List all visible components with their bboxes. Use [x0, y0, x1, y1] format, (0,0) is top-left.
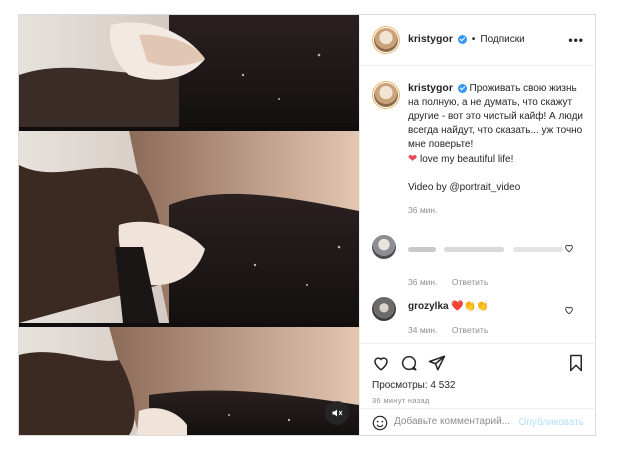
- header-separator: •: [471, 33, 476, 45]
- comment-avatar[interactable]: [372, 235, 396, 259]
- bookmark-icon[interactable]: [568, 354, 584, 372]
- comment-input[interactable]: [394, 416, 526, 427]
- views-count: Просмотры: 4 532: [372, 380, 456, 391]
- caption: kristygor Проживать свою жизнь на полную…: [408, 81, 586, 217]
- share-icon[interactable]: [428, 354, 446, 372]
- caption-username[interactable]: kristygor: [408, 82, 453, 94]
- avatar[interactable]: [374, 28, 398, 52]
- heart-icon[interactable]: [372, 354, 390, 372]
- verified-icon: [457, 83, 467, 93]
- post-header: kristygor • Подписки •••: [360, 15, 596, 66]
- caption-love-line: love my beautiful life!: [420, 154, 514, 165]
- comment-icon[interactable]: [400, 354, 418, 372]
- header-username[interactable]: kristygor: [408, 33, 453, 45]
- post-sidebar: kristygor • Подписки ••• kristygor Прожи…: [359, 15, 596, 435]
- follow-status-button[interactable]: Подписки: [480, 34, 524, 45]
- comment-time: 36 мин.: [408, 277, 438, 287]
- caption-credit: Video by @portrait_video: [408, 182, 521, 193]
- video-frames: [19, 15, 359, 435]
- comment-time: 34 мин.: [408, 325, 438, 335]
- comment-like-icon[interactable]: [564, 243, 574, 253]
- comment-like-icon[interactable]: [564, 305, 574, 315]
- mute-button[interactable]: [325, 401, 349, 425]
- post-video[interactable]: [19, 15, 359, 435]
- post-frame: kristygor • Подписки ••• kristygor Прожи…: [18, 14, 596, 436]
- comment-avatar[interactable]: [372, 297, 396, 321]
- caption-avatar[interactable]: [374, 83, 398, 107]
- more-icon[interactable]: •••: [568, 33, 584, 47]
- post-actions: Просмотры: 4 532 36 минут назад Опублико…: [360, 343, 596, 436]
- post-timestamp: 36 минут назад: [372, 396, 430, 405]
- comment-redacted-text: [408, 241, 563, 259]
- emoji-icon[interactable]: [372, 415, 388, 431]
- reply-button[interactable]: Ответить: [452, 325, 488, 335]
- comment-username[interactable]: grozylka: [408, 301, 449, 312]
- comment-text: ❤️👏👏: [451, 301, 489, 312]
- add-comment-form: Опубликовать: [360, 408, 596, 437]
- mute-icon: [332, 409, 343, 417]
- reply-button[interactable]: Ответить: [452, 277, 488, 287]
- verified-icon: [457, 34, 467, 44]
- red-heart-icon: ❤: [408, 153, 418, 165]
- caption-time: 36 мин.: [408, 205, 438, 215]
- publish-button[interactable]: Опубликовать: [519, 417, 584, 428]
